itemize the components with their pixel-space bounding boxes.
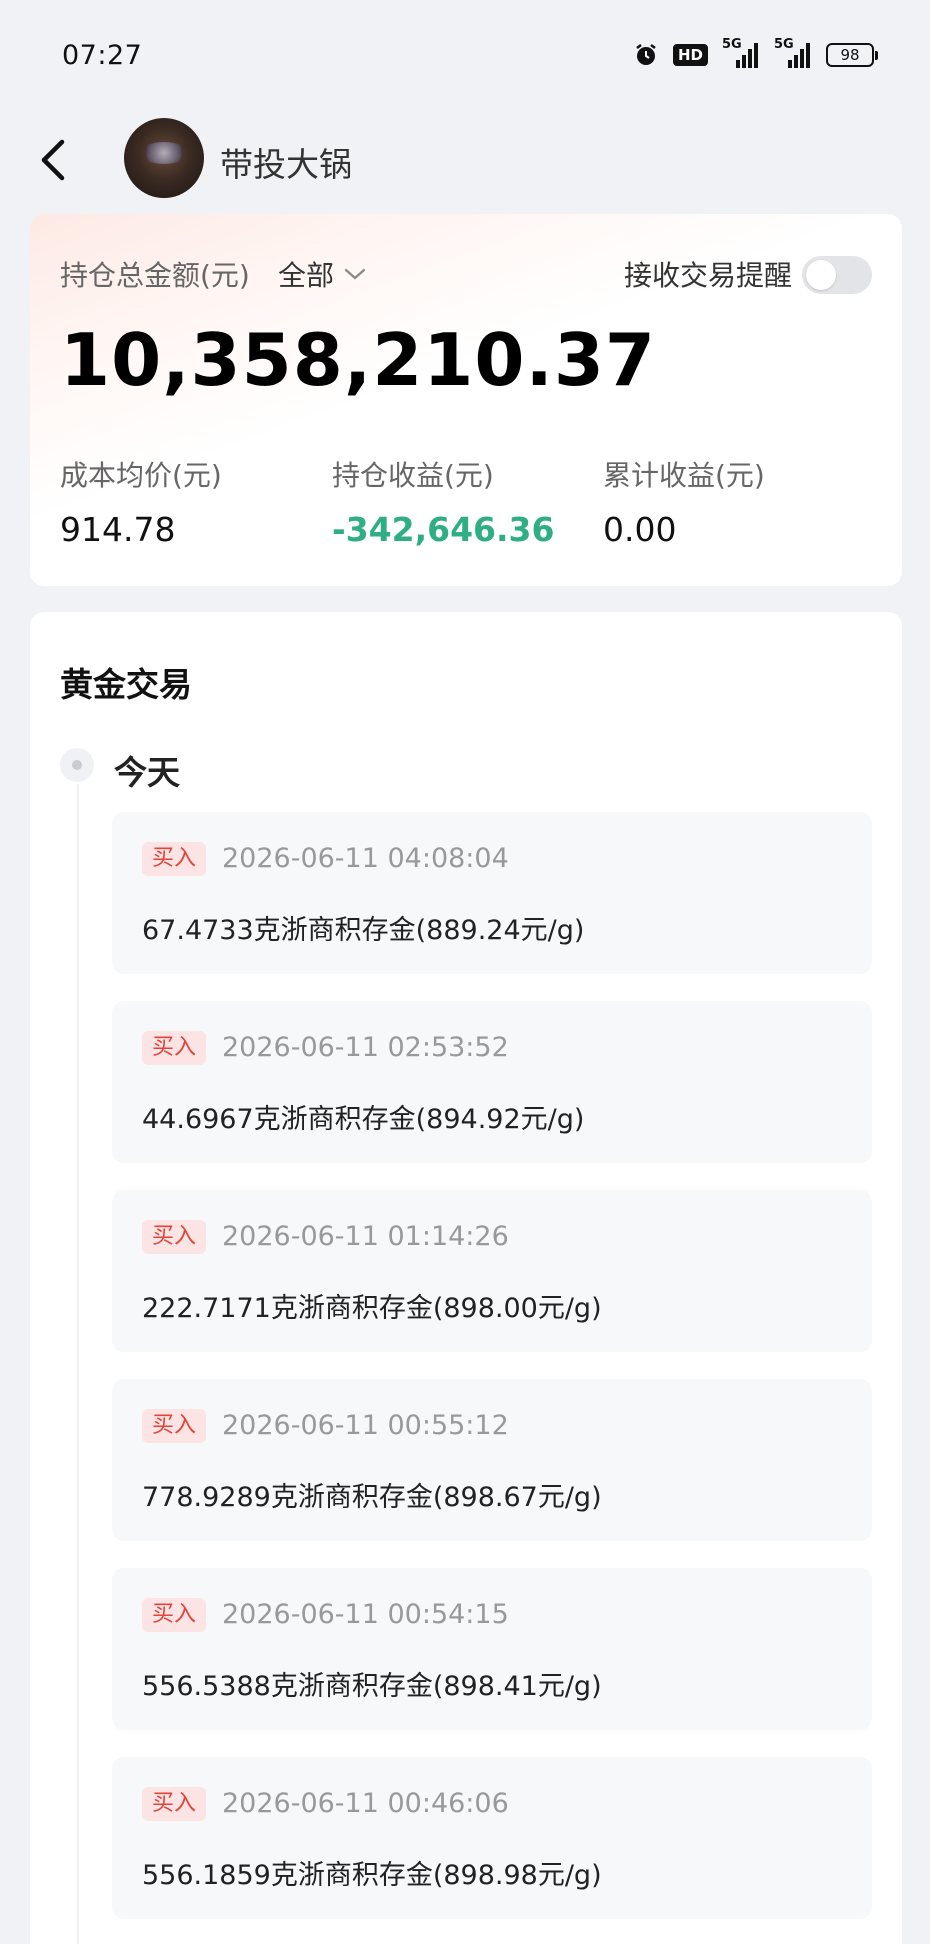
trade-time: 2026-06-11 00:55:12 <box>222 1410 509 1441</box>
gold-trades-card: 黄金交易 今天 买入 2026-06-11 04:08:04 67.4733克浙… <box>30 612 902 1944</box>
alarm-icon <box>636 44 656 65</box>
trade-description: 556.1859克浙商积存金(898.98元/g) <box>142 1860 602 1891</box>
filter-label: 全部 <box>278 259 335 292</box>
status-bar: 07:27 HD 5G 5G 98 <box>0 0 930 110</box>
header: 带投大锅 <box>0 110 930 210</box>
cost-average-stat: 成本均价(元) 914.78 <box>60 454 222 549</box>
toggle-knob <box>806 260 836 290</box>
chevron-down-icon <box>344 268 366 280</box>
signal-5g-icon: 5G <box>774 37 812 70</box>
timeline-line <box>77 784 79 1944</box>
network-label: 5G <box>774 37 794 52</box>
trade-item[interactable]: 买入 2026-06-11 04:08:04 67.4733克浙商积存金(889… <box>112 812 872 974</box>
holding-profit-stat: 持仓收益(元) -342,646.36 <box>332 454 554 549</box>
app-screen: 07:27 HD 5G 5G 98 带投大锅 持仓总金额(元) 全部 接收交易提… <box>0 0 930 1944</box>
holding-profit-label: 持仓收益(元) <box>332 459 494 492</box>
cost-average-label: 成本均价(元) <box>60 459 222 492</box>
trade-reminder-label: 接收交易提醒 <box>623 259 792 292</box>
trade-description: 778.9289克浙商积存金(898.67元/g) <box>142 1482 602 1513</box>
buy-badge: 买入 <box>142 1409 207 1443</box>
trade-time: 2026-06-11 00:46:06 <box>222 1788 509 1819</box>
trade-description: 67.4733克浙商积存金(889.24元/g) <box>142 915 585 946</box>
date-group-label: 今天 <box>114 753 180 792</box>
signal-5g-icon: 5G <box>722 37 760 70</box>
timeline-dot-icon <box>60 748 94 782</box>
buy-badge: 买入 <box>142 1598 207 1632</box>
cumulative-profit-stat: 累计收益(元) 0.00 <box>603 454 765 549</box>
holdings-summary-card: 持仓总金额(元) 全部 接收交易提醒 10,358,210.37 成本均价(元)… <box>30 214 902 586</box>
hd-icon: HD <box>672 44 708 66</box>
buy-badge: 买入 <box>142 1220 207 1254</box>
trade-description: 222.7171克浙商积存金(898.00元/g) <box>142 1293 602 1324</box>
trade-time: 2026-06-11 04:08:04 <box>222 843 509 874</box>
trade-item[interactable]: 买入 2026-06-11 00:55:12 778.9289克浙商积存金(89… <box>112 1379 872 1541</box>
total-amount-label: 持仓总金额(元) <box>60 259 250 292</box>
trade-time: 2026-06-11 00:54:15 <box>222 1599 509 1630</box>
trade-reminder-toggle[interactable] <box>802 256 872 294</box>
cumulative-profit-value: 0.00 <box>603 510 677 549</box>
buy-badge: 买入 <box>142 1031 207 1065</box>
status-icons: HD 5G 5G 98 <box>633 37 878 72</box>
avatar[interactable] <box>124 118 204 198</box>
trade-item[interactable]: 买入 2026-06-11 00:54:15 556.5388克浙商积存金(89… <box>112 1568 872 1730</box>
trade-time: 2026-06-11 02:53:52 <box>222 1032 509 1063</box>
filter-dropdown[interactable]: 全部 <box>278 254 366 294</box>
trade-item[interactable]: 买入 2026-06-11 02:53:52 44.6967克浙商积存金(894… <box>112 1001 872 1163</box>
buy-badge: 买入 <box>142 1787 207 1821</box>
holding-profit-value: -342,646.36 <box>332 510 555 549</box>
battery-level: 98 <box>826 43 874 67</box>
trade-item[interactable]: 买入 2026-06-11 00:46:06 556.1859克浙商积存金(89… <box>112 1757 872 1919</box>
section-title: 黄金交易 <box>60 665 192 704</box>
buy-badge: 买入 <box>142 842 207 876</box>
trade-item[interactable]: 买入 2026-06-11 01:14:26 222.7171克浙商积存金(89… <box>112 1190 872 1352</box>
trade-description: 556.5388克浙商积存金(898.41元/g) <box>142 1671 602 1702</box>
battery-icon: 98 <box>826 43 878 67</box>
trade-time: 2026-06-11 01:14:26 <box>222 1221 509 1252</box>
cumulative-profit-label: 累计收益(元) <box>603 459 765 492</box>
trade-description: 44.6967克浙商积存金(894.92元/g) <box>142 1104 585 1135</box>
status-time: 07:27 <box>62 40 143 71</box>
back-button[interactable] <box>30 132 80 188</box>
total-amount-value: 10,358,210.37 <box>60 318 657 402</box>
cost-average-value: 914.78 <box>60 510 176 549</box>
page-title: 带投大锅 <box>220 145 352 184</box>
chevron-left-icon <box>41 139 65 181</box>
network-label: 5G <box>722 37 742 52</box>
